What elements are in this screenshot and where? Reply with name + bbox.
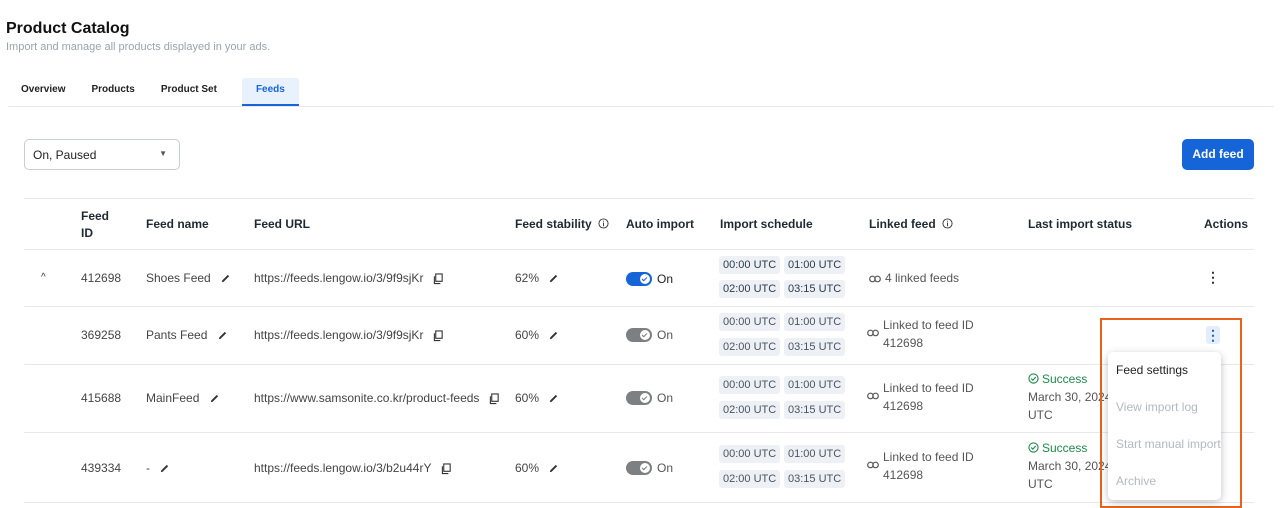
status-filter-select[interactable]: On, Paused ▼ xyxy=(24,139,180,170)
pencil-icon[interactable] xyxy=(548,393,559,404)
header-auto-import: Auto import xyxy=(626,217,694,231)
feed-url: https://feeds.lengow.io/3/b2u44rY xyxy=(254,461,452,475)
pencil-icon[interactable] xyxy=(548,273,559,284)
divider xyxy=(24,502,1254,503)
linked-feed[interactable]: 4 linked feeds xyxy=(869,271,959,285)
page-subtitle: Import and manage all products displayed… xyxy=(6,41,271,53)
link-icon xyxy=(867,461,879,469)
pencil-icon[interactable] xyxy=(209,393,220,404)
feed-stability: 60% xyxy=(515,391,559,405)
auto-import-label: On xyxy=(657,272,674,286)
link-icon xyxy=(867,329,879,337)
info-icon[interactable] xyxy=(598,218,609,229)
tab-overview[interactable]: Overview xyxy=(8,78,78,106)
feed-id: 369258 xyxy=(81,328,122,342)
schedule-chip: 03:15 UTC xyxy=(784,401,846,419)
linked-feed[interactable]: Linked to feed ID 412698 xyxy=(867,379,974,415)
page-title: Product Catalog xyxy=(6,20,130,37)
schedule-chip: 03:15 UTC xyxy=(784,470,846,488)
schedule-chip: 01:00 UTC xyxy=(784,313,846,331)
feed-stability: 60% xyxy=(515,328,559,342)
row-actions-button[interactable]: ⋮ xyxy=(1206,269,1220,286)
copy-icon[interactable] xyxy=(433,330,444,342)
schedule-chip: 02:00 UTC xyxy=(719,338,781,356)
schedule-chip: 01:00 UTC xyxy=(784,256,846,274)
schedule-chip: 00:00 UTC xyxy=(719,256,781,274)
divider xyxy=(24,432,1254,433)
feed-url: https://feeds.lengow.io/3/9f9sjKr xyxy=(254,328,444,342)
schedule-chip: 02:00 UTC xyxy=(719,401,781,419)
pencil-icon[interactable] xyxy=(548,463,559,474)
feed-name: MainFeed xyxy=(146,391,220,405)
menu-item-start-manual-import[interactable]: Start manual import xyxy=(1108,426,1221,463)
divider xyxy=(24,306,1254,307)
pencil-icon[interactable] xyxy=(548,330,559,341)
link-icon xyxy=(867,392,879,400)
auto-import-toggle[interactable] xyxy=(626,272,652,286)
chevron-down-icon: ▼ xyxy=(159,149,167,158)
import-status: Success March 30, 2024 UTC xyxy=(1028,441,1112,491)
chevron-up-icon[interactable]: ^ xyxy=(41,272,46,283)
menu-item-feed-settings[interactable]: Feed settings xyxy=(1108,352,1221,389)
import-status: Success March 30, 2024 UTC xyxy=(1028,372,1112,422)
copy-icon[interactable] xyxy=(489,393,500,405)
header-linked-feed: Linked feed xyxy=(869,217,953,231)
feed-name: Pants Feed xyxy=(146,328,228,342)
auto-import-toggle[interactable] xyxy=(626,461,652,475)
menu-item-archive[interactable]: Archive xyxy=(1108,463,1221,500)
header-feed-name: Feed name xyxy=(146,217,209,231)
copy-icon[interactable] xyxy=(433,273,444,285)
auto-import-label: On xyxy=(657,461,674,475)
feed-name: Shoes Feed xyxy=(146,271,231,285)
tab-bar: Overview Products Product Set Feeds xyxy=(8,78,1274,107)
header-feed-stability: Feed stability xyxy=(515,217,609,231)
linked-feed[interactable]: Linked to feed ID 412698 xyxy=(867,316,974,352)
schedule-chip: 00:00 UTC xyxy=(719,445,781,463)
feed-id: 439334 xyxy=(81,461,122,475)
feed-id: 412698 xyxy=(81,271,122,285)
divider xyxy=(24,249,1254,250)
header-feed-id: Feed ID xyxy=(81,209,110,240)
schedule-chip: 00:00 UTC xyxy=(719,376,781,394)
schedule-chip: 03:15 UTC xyxy=(784,338,846,356)
auto-import-label: On xyxy=(657,391,674,405)
pencil-icon[interactable] xyxy=(217,330,228,341)
info-icon[interactable] xyxy=(942,218,953,229)
schedule-chip: 02:00 UTC xyxy=(719,280,781,298)
pencil-icon[interactable] xyxy=(159,463,170,474)
feed-url: https://www.samsonite.co.kr/product-feed… xyxy=(254,391,500,405)
auto-import-toggle[interactable] xyxy=(626,391,652,405)
row-actions-menu: Feed settings View import log Start manu… xyxy=(1108,352,1221,500)
feed-stability: 62% xyxy=(515,271,559,285)
schedule-chip: 02:00 UTC xyxy=(719,470,781,488)
schedule-chip: 00:00 UTC xyxy=(719,313,781,331)
schedule-chip: 03:15 UTC xyxy=(784,280,846,298)
auto-import-toggle[interactable] xyxy=(626,328,652,342)
status-filter-value: On, Paused xyxy=(33,148,97,162)
link-icon xyxy=(869,275,881,283)
auto-import-label: On xyxy=(657,328,674,342)
divider xyxy=(24,198,1254,199)
header-last-import-status: Last import status xyxy=(1028,217,1133,231)
schedule-chip: 01:00 UTC xyxy=(784,376,846,394)
copy-icon[interactable] xyxy=(441,463,452,475)
header-feed-url: Feed URL xyxy=(254,217,311,231)
menu-item-view-import-log[interactable]: View import log xyxy=(1108,389,1221,426)
tab-feeds[interactable]: Feeds xyxy=(241,78,299,106)
feed-id: 415688 xyxy=(81,391,122,405)
linked-feed[interactable]: Linked to feed ID 412698 xyxy=(867,448,974,484)
header-actions: Actions xyxy=(1204,217,1249,231)
schedule-chip: 01:00 UTC xyxy=(784,445,846,463)
add-feed-button[interactable]: Add feed xyxy=(1182,139,1254,170)
divider xyxy=(24,364,1254,365)
feed-name: - xyxy=(146,461,170,475)
header-import-schedule: Import schedule xyxy=(720,217,813,231)
feed-url: https://feeds.lengow.io/3/9f9sjKr xyxy=(254,271,444,285)
check-circle-icon xyxy=(1028,442,1039,453)
pencil-icon[interactable] xyxy=(220,273,231,284)
tab-product-set[interactable]: Product Set xyxy=(148,78,230,106)
tab-products[interactable]: Products xyxy=(78,78,147,106)
check-circle-icon xyxy=(1028,373,1039,384)
feed-stability: 60% xyxy=(515,461,559,475)
